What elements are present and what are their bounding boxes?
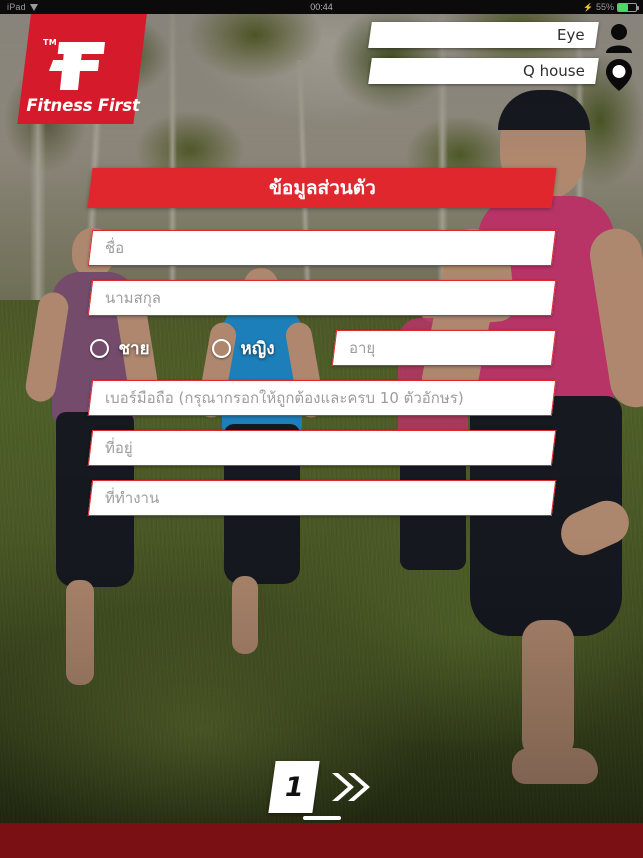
page-number-label: 1 <box>284 771 303 803</box>
page-title: ข้อมูลส่วนตัว <box>87 168 556 208</box>
radio-circle-icon <box>211 338 231 358</box>
mobile-number-input[interactable]: เบอร์มือถือ (กรุณากรอกให้ถูกต้องและครบ 1… <box>87 380 556 416</box>
top-right-field-column: Eye Q house <box>368 22 599 84</box>
club-name-value: Eye <box>557 26 585 44</box>
address-placeholder: ที่อยู่ <box>104 439 133 457</box>
page-title-label: ข้อมูลส่วนตัว <box>268 176 375 199</box>
personal-info-panel: ข้อมูลส่วนตัว ชื่อ นามสกุล ชาย หญิง อายุ… <box>0 168 643 516</box>
battery-icon <box>617 2 639 12</box>
top-right-fields: Eye Q house <box>368 22 633 91</box>
last-name-placeholder: นามสกุล <box>104 289 161 307</box>
location-pin-icon[interactable] <box>606 59 632 91</box>
logo-wordmark: Fitness First <box>26 96 140 115</box>
first-name-placeholder: ชื่อ <box>104 239 124 257</box>
workplace-input[interactable]: ที่ทำงาน <box>87 480 556 516</box>
club-name-field[interactable]: Eye <box>368 22 599 48</box>
lightning-bolt-icon: ⚡ <box>583 2 593 12</box>
location-value: Q house <box>523 62 585 80</box>
status-bar-right: ⚡ 55% <box>583 2 639 12</box>
gender-radio-male[interactable]: ชาย <box>89 335 150 362</box>
bottom-bar <box>0 823 643 858</box>
first-name-input[interactable]: ชื่อ <box>87 230 556 266</box>
home-indicator <box>302 816 341 820</box>
age-placeholder: อายุ <box>348 339 375 357</box>
app-root: iPad 00:44 ⚡ 55% TM Fitness First Eye Q … <box>0 0 643 858</box>
radio-circle-icon <box>89 338 109 358</box>
status-bar: iPad 00:44 ⚡ 55% <box>0 0 643 14</box>
location-field[interactable]: Q house <box>368 58 599 84</box>
page-number-badge: 1 <box>267 761 320 813</box>
mobile-number-placeholder: เบอร์มือถือ (กรุณากรอกให้ถูกต้องและครบ 1… <box>104 389 464 407</box>
workplace-placeholder: ที่ทำงาน <box>104 489 159 507</box>
fitness-first-logo[interactable]: TM Fitness First <box>17 0 149 124</box>
pager: 1 <box>0 761 643 813</box>
logo-inner: TM Fitness First <box>25 0 141 124</box>
last-name-input[interactable]: นามสกุล <box>87 280 556 316</box>
gender-male-label: ชาย <box>118 338 150 359</box>
status-bar-clock: 00:44 <box>310 2 333 12</box>
age-input[interactable]: อายุ <box>331 330 556 366</box>
double-chevron-right-icon <box>331 773 370 801</box>
top-right-icon-column <box>605 22 633 91</box>
person-icon[interactable] <box>605 23 633 53</box>
gender-radio-female[interactable]: หญิง <box>211 335 275 362</box>
fitness-first-f-mark-icon <box>49 42 105 90</box>
next-button[interactable] <box>328 767 372 807</box>
gender-and-age-row: ชาย หญิง อายุ <box>89 330 556 366</box>
battery-percent-label: 55% <box>595 2 614 12</box>
address-input[interactable]: ที่อยู่ <box>87 430 556 466</box>
gender-female-label: หญิง <box>240 338 275 359</box>
